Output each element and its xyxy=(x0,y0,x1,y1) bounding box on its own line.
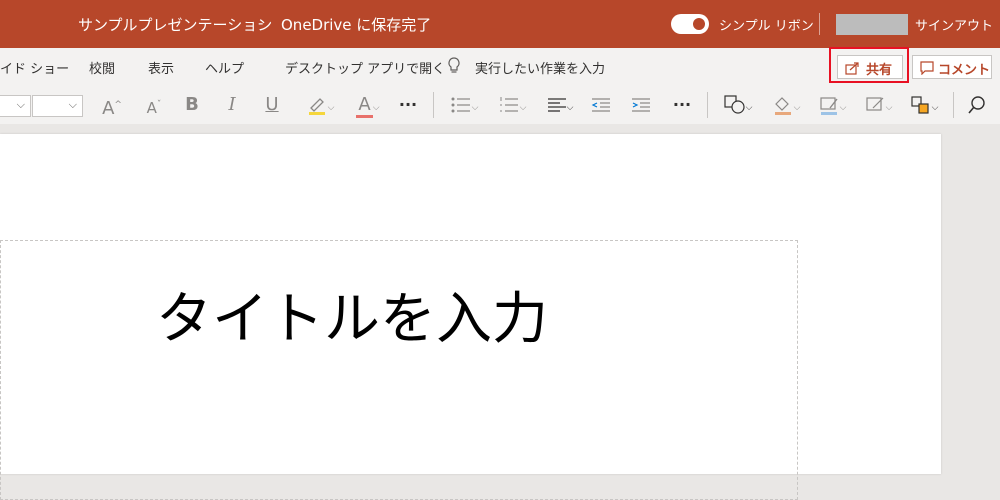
tab-help[interactable]: ヘルプ xyxy=(205,58,244,77)
font-size-select[interactable]: ⌵ xyxy=(32,95,83,117)
chevron-down-icon: ⌵ xyxy=(68,98,77,111)
pen-outline-icon xyxy=(819,97,838,115)
tab-slideshow[interactable]: イド ショー xyxy=(0,58,69,77)
chevron-down-icon: ⌵ xyxy=(372,103,380,113)
more-icon: ··· xyxy=(672,95,692,114)
shape-outline-button[interactable]: ⌵ xyxy=(814,86,850,124)
highlight-button[interactable]: ⌵ xyxy=(300,86,340,124)
slide[interactable]: タイトルを入力 xyxy=(0,134,941,500)
chevron-down-icon: ⌵ xyxy=(16,98,25,111)
title-bar: サンプルプレゼンテーション - OneDrive に保存完了 シンプル リボン … xyxy=(0,0,1000,48)
document-title[interactable]: サンプルプレゼンテーション xyxy=(78,14,272,35)
underline-icon: U xyxy=(265,94,279,115)
comment-label: コメント xyxy=(938,63,991,78)
grow-font-button[interactable]: A^ xyxy=(100,86,124,124)
italic-button[interactable]: I xyxy=(222,86,242,124)
comment-button[interactable]: コメント xyxy=(912,55,992,79)
font-color-button[interactable]: A ⌵ xyxy=(348,86,388,124)
tab-review[interactable]: 校閲 xyxy=(89,58,115,77)
bullets-button[interactable]: ⌵ xyxy=(446,86,482,124)
more-icon: ··· xyxy=(398,95,418,114)
paint-bucket-icon xyxy=(774,97,791,115)
simple-ribbon-toggle[interactable] xyxy=(671,14,709,34)
increase-indent-icon xyxy=(632,98,650,112)
increase-indent-button[interactable] xyxy=(630,86,652,124)
open-desktop-app[interactable]: デスクトップ アプリで開く xyxy=(285,58,445,77)
chevron-down-icon: ⌵ xyxy=(885,103,893,113)
shape-fill-button[interactable]: ⌵ xyxy=(768,86,804,124)
font-name-select[interactable]: ⌵ xyxy=(0,95,31,117)
search-icon xyxy=(968,96,985,114)
chevron-down-icon: ⌵ xyxy=(566,103,574,113)
chevron-down-icon: ⌵ xyxy=(793,103,801,113)
account-avatar[interactable] xyxy=(836,14,908,35)
share-label: 共有 xyxy=(866,63,893,78)
slide-title[interactable]: タイトルを入力 xyxy=(156,274,548,355)
toolbar-divider xyxy=(433,92,434,118)
bold-icon: B xyxy=(185,94,199,115)
align-button[interactable]: ⌵ xyxy=(542,86,578,124)
chevron-down-icon: ⌵ xyxy=(745,103,753,113)
grow-font-icon: A xyxy=(102,98,115,119)
more-paragraph-button[interactable]: ··· xyxy=(670,86,694,124)
simple-ribbon-label: シンプル リボン xyxy=(719,19,814,34)
shapes-icon xyxy=(723,95,745,114)
shrink-font-button[interactable]: Aˇ xyxy=(142,86,166,124)
shape-effects-icon xyxy=(865,97,884,111)
chevron-down-icon: ⌵ xyxy=(931,103,939,113)
shrink-font-icon: A xyxy=(146,99,157,117)
title-separator: - xyxy=(258,14,264,32)
decrease-indent-button[interactable] xyxy=(590,86,612,124)
share-icon xyxy=(845,62,859,75)
numbering-button[interactable]: ⌵ xyxy=(494,86,530,124)
shapes-button[interactable]: ⌵ xyxy=(720,86,756,124)
chevron-down-icon: ⌵ xyxy=(471,103,479,113)
more-font-button[interactable]: ··· xyxy=(396,86,420,124)
tell-me-input[interactable]: 実行したい作業を入力 xyxy=(475,58,605,77)
decrease-indent-icon xyxy=(591,98,610,112)
signout-link[interactable]: サインアウト xyxy=(915,15,993,34)
toggle-knob xyxy=(693,18,705,30)
save-status[interactable]: OneDrive に保存完了 xyxy=(281,14,431,35)
shape-effects-button[interactable]: ⌵ xyxy=(860,86,896,124)
chevron-down-icon: ⌵ xyxy=(839,103,847,113)
toolbar-divider xyxy=(953,92,954,118)
chevron-down-icon: ⌵ xyxy=(327,103,335,113)
bold-button[interactable]: B xyxy=(182,86,202,124)
search-button[interactable] xyxy=(964,86,990,124)
highlighter-icon xyxy=(308,98,325,115)
tab-view[interactable]: 表示 xyxy=(148,58,174,77)
font-color-icon: A xyxy=(356,95,373,118)
bullet-list-icon xyxy=(451,97,470,113)
numbered-list-icon xyxy=(499,97,518,112)
arrange-icon xyxy=(910,96,929,114)
toolbar-divider xyxy=(707,92,708,118)
align-left-icon xyxy=(547,98,566,112)
comment-icon xyxy=(920,61,934,75)
italic-icon: I xyxy=(228,94,236,115)
arrange-button[interactable]: ⌵ xyxy=(906,86,942,124)
slide-canvas: タイトルを入力 xyxy=(0,124,1000,500)
titlebar-divider xyxy=(819,13,820,35)
underline-button[interactable]: U xyxy=(262,86,282,124)
chevron-down-icon: ⌵ xyxy=(519,103,527,113)
ribbon-toolbar: ⌵ ⌵ A^ Aˇ B I U ⌵ A ⌵ ··· ⌵ ⌵ ⌵ ··· ⌵ ⌵ … xyxy=(0,86,1000,125)
share-button[interactable]: 共有 xyxy=(837,55,903,79)
lightbulb-icon xyxy=(448,57,460,73)
